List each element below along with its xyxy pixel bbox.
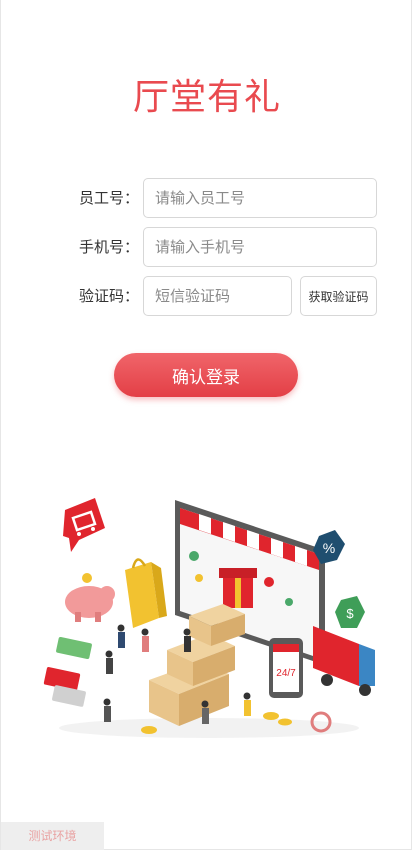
code-row: 验证码： 获取验证码 [1,276,413,316]
code-input[interactable] [143,276,292,316]
dollar-badge-icon: $ [335,596,365,628]
app-frame: 厅堂有礼 员工号： 手机号： 验证码： 获取验证码 确认登录 [0,0,412,850]
cart-icon [63,498,105,552]
employee-label: 员工号： [78,189,139,207]
code-label: 验证码： [78,287,139,305]
shopping-bag-icon [125,558,167,628]
piggy-bank-icon [65,573,115,622]
login-button[interactable]: 确认登录 [114,353,298,397]
percent-text: % [323,540,335,556]
employee-input[interactable] [143,178,377,218]
employee-row: 员工号： [1,178,413,218]
environment-tag: 测试环境 [1,822,104,850]
ecommerce-illustration: % $ 24/7 [43,498,375,738]
sign-text: 24/7 [276,668,296,679]
phone-sign-icon: 24/7 [269,638,303,698]
dollar-text: $ [346,606,354,621]
delivery-truck-icon [313,626,375,696]
money-cards-icon [43,637,92,707]
boxes-icon [149,604,245,726]
page-title: 厅堂有礼 [132,77,281,118]
phone-row: 手机号： [1,227,413,267]
get-code-button[interactable]: 获取验证码 [300,276,377,316]
phone-label: 手机号： [78,238,139,256]
phone-input[interactable] [143,227,377,267]
